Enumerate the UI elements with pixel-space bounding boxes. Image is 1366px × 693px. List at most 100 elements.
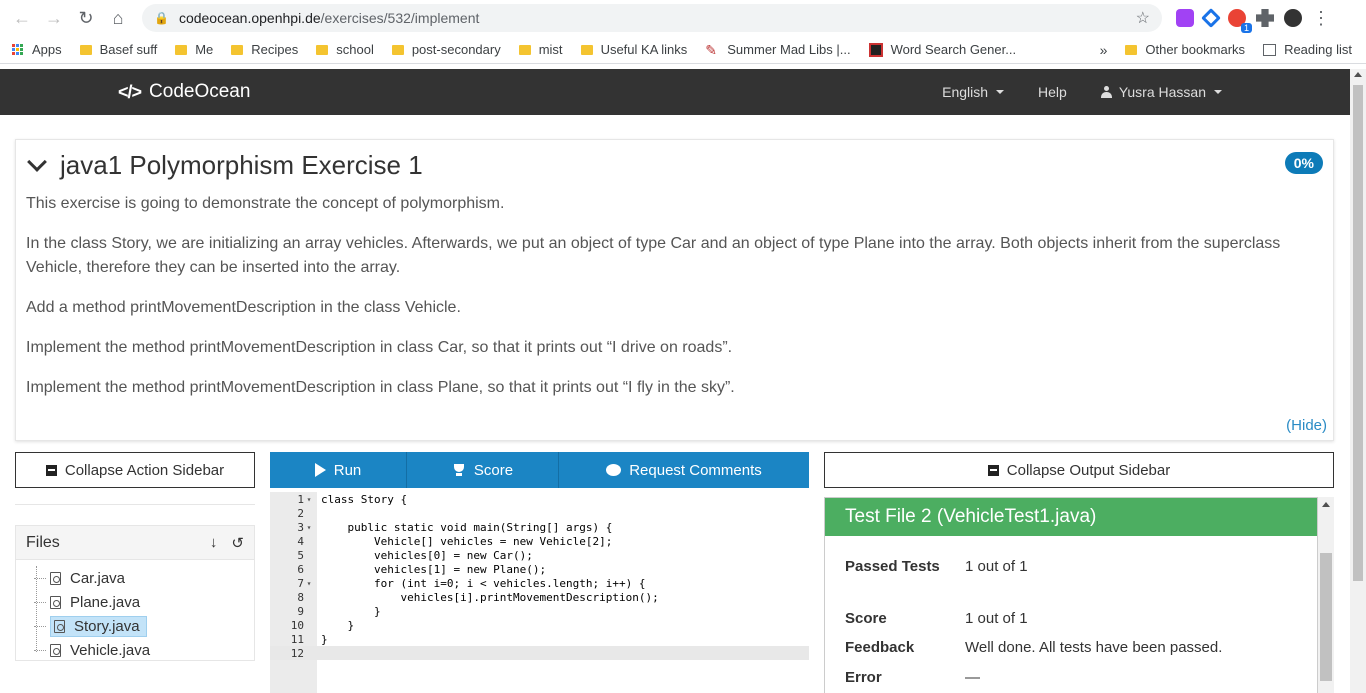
reload-icon[interactable]: ↻ <box>72 4 100 32</box>
extension-diamond-icon[interactable] <box>1201 8 1221 28</box>
file-tree: Car.java Plane.java Story.java Vehicle.j… <box>16 560 254 662</box>
run-button[interactable]: Run <box>270 452 407 488</box>
exercise-title-row[interactable]: java1 Polymorphism Exercise 1 <box>26 150 423 181</box>
other-bookmarks[interactable]: Other bookmarks <box>1125 42 1245 57</box>
forward-arrow-icon[interactable]: → <box>40 4 68 32</box>
description-paragraph: Implement the method printMovementDescri… <box>26 339 733 356</box>
code-text: vehicles[0] = new Car(); <box>321 548 533 562</box>
file-item-vehicle[interactable]: Vehicle.java <box>16 638 254 662</box>
code-line[interactable]: 11} <box>270 632 809 646</box>
file-item-plane[interactable]: Plane.java <box>16 590 254 614</box>
reading-list[interactable]: Reading list <box>1263 42 1352 57</box>
line-number: 4 <box>297 534 304 548</box>
browser-menu-icon[interactable]: ⋮ <box>1312 8 1330 29</box>
bookmark-folder[interactable]: post-secondary <box>391 42 501 57</box>
code-line[interactable]: 8 vehicles[i].printMovementDescription()… <box>270 590 809 604</box>
page-scroll-thumb[interactable] <box>1353 85 1363 581</box>
description-paragraph: In the class Story, we are initializing … <box>26 235 1281 276</box>
code-text: } <box>321 618 355 632</box>
caret-down-icon <box>1214 90 1222 94</box>
code-line[interactable]: 10 } <box>270 618 809 632</box>
hide-description-link[interactable]: (Hide) <box>1286 417 1327 434</box>
code-editor[interactable]: 1 ▾ class Story {2 3 ▾ public static void ma… <box>270 492 809 693</box>
code-line[interactable]: 3 ▾ public static void main(String[] args… <box>270 520 809 534</box>
language-dropdown[interactable]: English <box>942 84 1005 100</box>
file-item-story[interactable]: Story.java <box>16 614 254 638</box>
output-scroll-thumb[interactable] <box>1320 553 1332 681</box>
code-line[interactable]: 5 vehicles[0] = new Car(); <box>270 548 809 562</box>
fold-arrow-icon[interactable]: ▾ <box>304 523 314 532</box>
bookmark-link[interactable]: Word Search Gener... <box>868 42 1016 57</box>
scroll-up-arrow-icon[interactable] <box>1322 502 1330 507</box>
extension-icon[interactable] <box>1176 9 1194 27</box>
address-bar[interactable]: 🔒 codeocean.openhpi.de/exercises/532/imp… <box>142 4 1162 32</box>
code-text: } <box>321 632 328 646</box>
collapse-output-sidebar-button[interactable]: Collapse Output Sidebar <box>824 452 1334 488</box>
line-number: 5 <box>297 548 304 562</box>
score-label: Score <box>845 610 887 627</box>
java-file-icon <box>50 571 61 585</box>
request-comments-button[interactable]: Request Comments <box>559 452 809 488</box>
page-title: java1 Polymorphism Exercise 1 <box>60 150 423 180</box>
bookmark-folder[interactable]: Me <box>175 42 213 57</box>
description-paragraph: Implement the method printMovementDescri… <box>26 379 735 396</box>
bookmark-folder[interactable]: Recipes <box>231 42 298 57</box>
line-number: 3 <box>297 520 304 534</box>
score-button[interactable]: Score <box>407 452 559 488</box>
fold-arrow-icon[interactable]: ▾ <box>304 495 314 504</box>
code-icon: </> <box>118 81 142 102</box>
bookmark-link[interactable]: ✎ Summer Mad Libs |... <box>705 42 850 57</box>
app-navbar: </> CodeOcean English Help Yusra Hassan <box>0 69 1350 115</box>
browser-toolbar: ← → ↻ ⌂ 🔒 codeocean.openhpi.de/exercises… <box>0 0 1366 36</box>
bookmark-folder[interactable]: mist <box>518 42 563 57</box>
bookmarks-overflow-icon[interactable]: » <box>1100 42 1108 58</box>
word-search-icon <box>868 42 883 57</box>
brand-link[interactable]: </> CodeOcean <box>118 81 250 103</box>
code-line[interactable]: 12 <box>270 646 809 660</box>
profile-avatar-icon[interactable] <box>1284 9 1302 27</box>
bookmark-folder[interactable]: school <box>316 42 374 57</box>
mad-libs-icon: ✎ <box>705 41 717 58</box>
url-path: /exercises/532/implement <box>320 10 480 26</box>
download-icon[interactable]: ↓ <box>210 534 218 552</box>
line-number: 12 <box>290 646 304 660</box>
code-line[interactable]: 9 } <box>270 604 809 618</box>
java-file-icon <box>54 619 65 633</box>
output-scrollbar[interactable] <box>1318 497 1334 693</box>
code-line[interactable]: 4 Vehicle[] vehicles = new Vehicle[2]; <box>270 534 809 548</box>
history-icon[interactable]: ↺ <box>231 534 244 552</box>
bookmark-apps[interactable]: Apps <box>12 42 62 57</box>
error-row: Error — <box>845 667 980 689</box>
home-icon[interactable]: ⌂ <box>104 4 132 32</box>
exercise-description-card: java1 Polymorphism Exercise 1 0% This ex… <box>15 139 1334 441</box>
file-item-car[interactable]: Car.java <box>16 566 254 590</box>
trophy-icon <box>452 464 466 476</box>
user-dropdown[interactable]: Yusra Hassan <box>1100 84 1222 100</box>
fold-arrow-icon[interactable]: ▾ <box>304 579 314 588</box>
collapse-action-sidebar-button[interactable]: Collapse Action Sidebar <box>15 452 255 488</box>
page-scrollbar[interactable] <box>1350 69 1366 693</box>
code-text: } <box>321 604 381 618</box>
code-text: public static void main(String[] args) { <box>321 520 613 534</box>
line-number: 1 <box>297 492 304 506</box>
code-line[interactable]: 2 <box>270 506 809 520</box>
error-label: Error <box>845 669 882 686</box>
scroll-up-arrow-icon[interactable] <box>1354 72 1362 77</box>
bookmark-folder[interactable]: Basef suff <box>79 42 157 57</box>
code-line[interactable]: 7 ▾ for (int i=0; i < vehicles.length; i+… <box>270 576 809 590</box>
passed-tests-row: Passed Tests 1 out of 1 <box>845 556 1028 578</box>
help-link[interactable]: Help <box>1038 84 1067 100</box>
folder-icon <box>175 44 188 55</box>
back-arrow-icon[interactable]: ← <box>8 4 36 32</box>
bookmark-star-icon[interactable]: ☆ <box>1136 8 1150 28</box>
chevron-down-icon[interactable] <box>27 151 47 172</box>
extension-badge-icon[interactable]: 1 <box>1228 9 1252 33</box>
line-number: 7 <box>297 576 304 590</box>
extensions-puzzle-icon[interactable] <box>1256 9 1274 27</box>
line-number: 10 <box>290 618 304 632</box>
line-number: 2 <box>297 506 304 520</box>
code-line[interactable]: 1 ▾ class Story { <box>270 492 809 506</box>
bookmark-folder[interactable]: Useful KA links <box>580 42 687 57</box>
code-line[interactable]: 6 vehicles[1] = new Plane(); <box>270 562 809 576</box>
exercise-description: This exercise is going to demonstrate th… <box>26 192 1303 416</box>
